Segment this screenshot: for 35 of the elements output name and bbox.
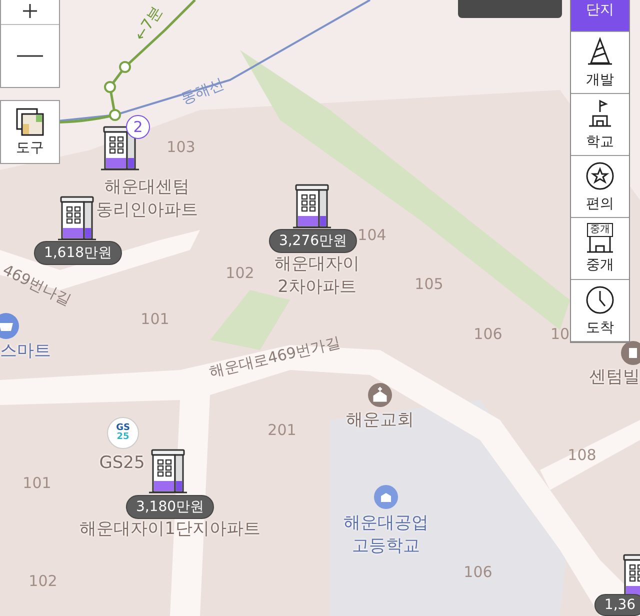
building-number: 101: [140, 310, 170, 328]
apartment-building-icon: [148, 448, 188, 494]
minus-icon: [17, 54, 43, 58]
complex-name: 해운대센텀 동리인아파트: [96, 176, 198, 222]
layer-tab[interactable]: 단지: [571, 0, 629, 32]
place-name: 스마트: [0, 340, 51, 363]
cart-icon: [0, 312, 20, 340]
building-number: 103: [166, 138, 196, 156]
building-number: 201: [268, 421, 296, 439]
place-name: 해운교회: [346, 409, 414, 432]
church-icon: [367, 382, 393, 408]
building-number: 105: [414, 275, 444, 293]
building-number: 102: [226, 264, 254, 282]
building-number: 106: [474, 325, 502, 343]
building-number: 106: [464, 563, 492, 581]
building-number: 102: [28, 572, 58, 590]
price-tag[interactable]: 1,618만원: [34, 241, 122, 265]
building-number: 108: [568, 446, 596, 464]
place-name: 센텀빌: [589, 366, 640, 389]
plus-icon: [23, 4, 37, 18]
price-tag[interactable]: 1,36: [594, 594, 640, 616]
place-name: GS25: [99, 452, 145, 475]
price-tag[interactable]: 3,276만원: [268, 229, 358, 253]
building-number: 101: [22, 474, 52, 492]
layers-icon: [15, 107, 45, 137]
apartment-building-icon: [57, 195, 97, 241]
complex-name: 해운대자이1단지아파트: [80, 518, 260, 541]
complex-name: 해운대자이 2차아파트: [274, 253, 360, 299]
building-number: 10: [550, 325, 570, 343]
school-icon: [373, 484, 399, 510]
price-tag[interactable]: 3,180만원: [126, 495, 214, 519]
apartment-building-icon: [292, 183, 332, 229]
clock-icon: [584, 284, 616, 316]
building-number: 104: [358, 226, 386, 244]
place-name: 해운대공업 고등학교: [344, 512, 428, 558]
